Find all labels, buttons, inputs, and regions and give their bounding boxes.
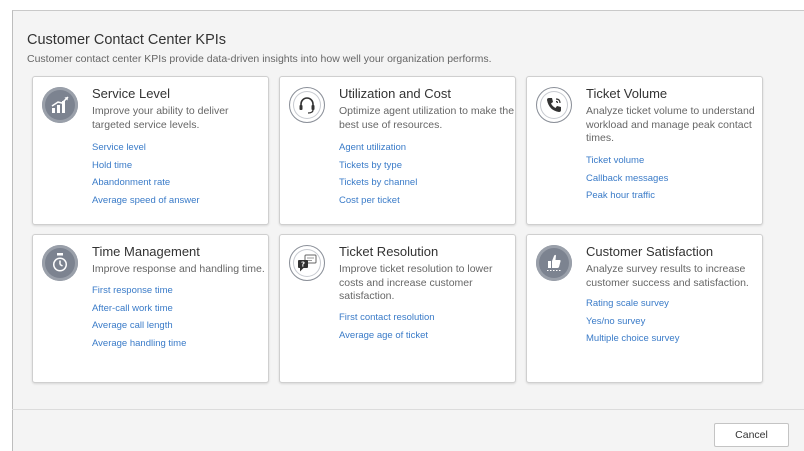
svg-text:?: ? [301,261,305,269]
card-service-level: Service Level Improve your ability to de… [32,76,269,225]
link-average-handling-time[interactable]: Average handling time [92,338,186,356]
card-links: Ticket volume Callback messages Peak hou… [586,155,668,208]
card-title: Service Level [92,86,171,101]
link-peak-hour-traffic[interactable]: Peak hour traffic [586,190,668,208]
link-average-call-length[interactable]: Average call length [92,320,186,338]
card-links: First contact resolution Average age of … [339,312,435,347]
headset-icon [289,87,325,123]
card-links: Service level Hold time Abandonment rate… [92,142,200,212]
footer-divider [12,409,804,410]
link-multiple-choice-survey[interactable]: Multiple choice survey [586,333,679,351]
card-title: Ticket Resolution [339,244,439,259]
link-tickets-by-type[interactable]: Tickets by type [339,160,417,178]
card-title: Customer Satisfaction [586,244,714,259]
card-title: Ticket Volume [586,86,668,101]
card-ticket-resolution: ? Ticket Resolution Improve ticket resol… [279,234,516,383]
link-rating-scale-survey[interactable]: Rating scale survey [586,298,679,316]
link-abandonment-rate[interactable]: Abandonment rate [92,177,200,195]
stopwatch-icon [42,245,78,281]
link-average-speed-of-answer[interactable]: Average speed of answer [92,195,200,213]
card-links: First response time After-call work time… [92,285,186,355]
card-customer-satisfaction: Customer Satisfaction Analyze survey res… [526,234,763,383]
phone-icon [536,87,572,123]
link-callback-messages[interactable]: Callback messages [586,173,668,191]
card-description: Improve your ability to deliver targeted… [92,105,229,131]
card-ticket-volume: Ticket Volume Analyze ticket volume to u… [526,76,763,225]
card-title: Utilization and Cost [339,86,451,101]
page-title: Customer Contact Center KPIs [27,32,227,48]
cancel-button[interactable]: Cancel [714,423,789,447]
link-agent-utilization[interactable]: Agent utilization [339,142,417,160]
card-description: Optimize agent utilization to make the b… [339,105,515,131]
link-hold-time[interactable]: Hold time [92,160,200,178]
card-utilization-and-cost: Utilization and Cost Optimize agent util… [279,76,516,225]
card-links: Agent utilization Tickets by type Ticket… [339,142,417,212]
thumbs-up-icon [536,245,572,281]
page-subtitle: Customer contact center KPIs provide dat… [27,53,492,65]
chat-question-icon: ? [289,245,325,281]
link-service-level[interactable]: Service level [92,142,200,160]
link-yes-no-survey[interactable]: Yes/no survey [586,316,679,334]
link-average-age-of-ticket[interactable]: Average age of ticket [339,330,435,348]
link-after-call-work-time[interactable]: After-call work time [92,303,186,321]
card-description: Improve ticket resolution to lower costs… [339,263,493,302]
card-links: Rating scale survey Yes/no survey Multip… [586,298,679,351]
link-first-contact-resolution[interactable]: First contact resolution [339,312,435,330]
link-first-response-time[interactable]: First response time [92,285,186,303]
card-description: Improve response and handling time. [92,263,265,275]
card-description: Analyze ticket volume to understand work… [586,105,755,144]
link-cost-per-ticket[interactable]: Cost per ticket [339,195,417,213]
card-time-management: Time Management Improve response and han… [32,234,269,383]
card-description: Analyze survey results to increase custo… [586,263,749,289]
link-ticket-volume[interactable]: Ticket volume [586,155,668,173]
chart-icon [42,87,78,123]
link-tickets-by-channel[interactable]: Tickets by channel [339,177,417,195]
card-title: Time Management [92,244,200,259]
